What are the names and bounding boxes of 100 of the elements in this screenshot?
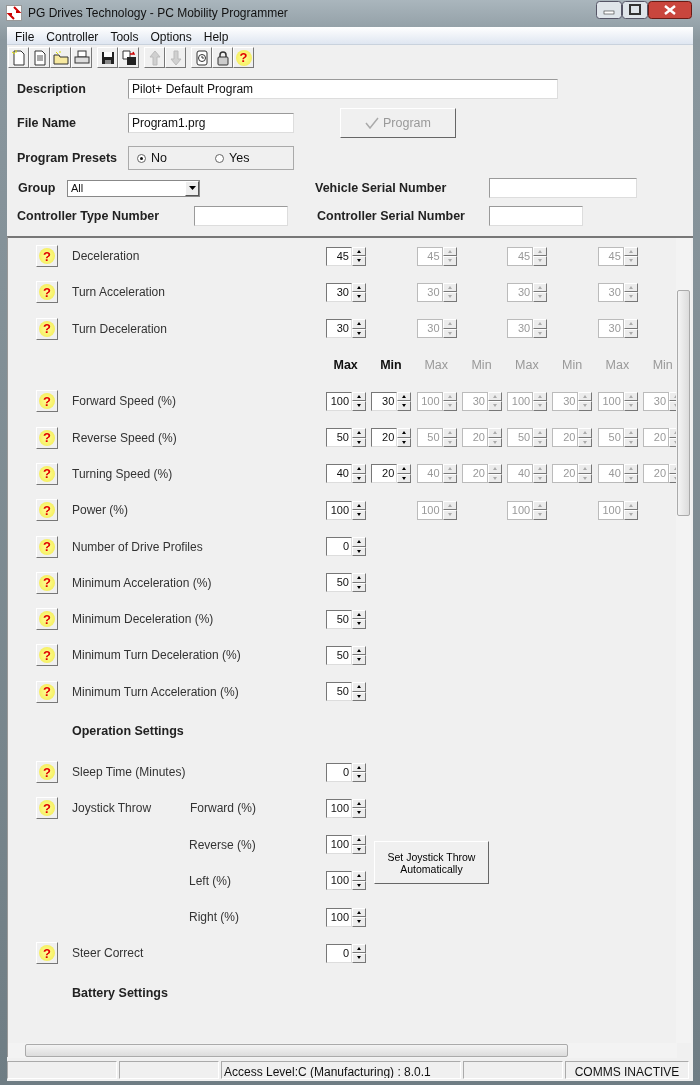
clock-icon <box>193 49 210 66</box>
parameter-label: Reverse Speed (%) <box>72 429 177 447</box>
spin-down-button[interactable] <box>397 473 412 484</box>
parameter-label: Deceleration <box>72 248 140 266</box>
folder-icon <box>52 49 69 66</box>
minimize-button[interactable] <box>596 1 622 19</box>
status-panel: COMMS INACTIVE <box>565 1061 689 1079</box>
group-dropdown[interactable]: All <box>67 179 200 197</box>
parameter-label: Reverse (%) <box>189 836 256 854</box>
parameter-label: Minimum Acceleration (%) <box>72 574 212 592</box>
lock-icon <box>214 49 231 66</box>
column-header: Min <box>471 356 492 374</box>
new-document-icon <box>10 49 27 66</box>
spin-up-button[interactable] <box>352 682 366 692</box>
field-label: File Name <box>17 114 78 132</box>
parameter-label: Turning Speed (%) <box>72 465 173 483</box>
parameter-label: Forward Speed (%) <box>72 393 177 411</box>
spin-down-button[interactable] <box>352 808 366 818</box>
spin-up-button[interactable] <box>352 428 366 438</box>
section-heading: Operation Settings <box>71 723 185 741</box>
spin-up-button[interactable] <box>352 282 366 293</box>
parameter-label: Sleep Time (Minutes) <box>72 764 186 781</box>
menu-item[interactable]: Controller <box>40 27 105 44</box>
parameter-label: Steer Correct <box>72 945 144 963</box>
spin-down-button[interactable] <box>352 328 366 339</box>
field-label: Group <box>18 179 57 197</box>
spin-down-button[interactable] <box>352 917 366 927</box>
spin-down-button[interactable] <box>352 510 366 520</box>
controller-type-field[interactable] <box>194 206 288 226</box>
caret-icon <box>188 186 196 190</box>
toolbar-button[interactable] <box>97 47 118 68</box>
field-label: Vehicle Serial Number <box>315 179 448 197</box>
field-label: Controller Serial Number <box>317 207 466 225</box>
close-button[interactable] <box>648 1 692 19</box>
toolbar-button[interactable] <box>212 47 233 68</box>
toolbar-button[interactable]: ? <box>233 47 254 68</box>
spin-down-button[interactable] <box>352 437 366 448</box>
parameter-label: Left (%) <box>189 872 231 890</box>
parameter-label: Right (%) <box>189 909 239 927</box>
spin-down-button[interactable] <box>352 844 366 855</box>
parameter-label: Power (%) <box>72 502 128 520</box>
spin-up-button[interactable] <box>397 428 412 438</box>
scrollbar-thumb[interactable] <box>25 1044 568 1057</box>
radio-option[interactable]: Yes <box>215 148 293 168</box>
spin-up-button[interactable] <box>397 464 412 474</box>
spin-up-button[interactable] <box>352 537 366 547</box>
spin-down-button[interactable] <box>352 772 366 782</box>
parameter-label: Minimum Deceleration (%) <box>72 611 214 629</box>
spin-up-button[interactable] <box>352 871 366 881</box>
set-joystick-throw-button[interactable]: Set Joystick Throw Automatically <box>374 841 489 885</box>
checkmark-icon <box>365 117 380 129</box>
spin-down-button[interactable] <box>397 401 412 411</box>
maximize-button[interactable] <box>622 1 648 19</box>
spin-down-button[interactable] <box>352 953 366 963</box>
spin-down-button[interactable] <box>352 582 366 593</box>
spin-up-button[interactable] <box>352 798 366 809</box>
column-header: Max <box>333 356 358 374</box>
spin-up-button[interactable] <box>352 319 366 329</box>
parameter-label: Turn Deceleration <box>72 320 167 338</box>
description-field[interactable]: Pilot+ Default Program <box>128 79 558 99</box>
menu-item[interactable]: Tools <box>104 27 145 44</box>
parameter-label: Minimum Turn Acceleration (%) <box>72 683 239 701</box>
vehicle-serial-field[interactable] <box>489 178 637 198</box>
spin-up-button[interactable] <box>352 573 366 583</box>
spin-down-button[interactable] <box>352 256 366 266</box>
field-label: Program Presets <box>17 149 119 167</box>
controller-serial-field[interactable] <box>489 206 583 226</box>
scrollbar-thumb[interactable] <box>677 290 690 516</box>
column-header: Max <box>424 356 449 374</box>
parameter-label: Forward (%) <box>190 800 257 818</box>
save-icon <box>99 49 116 66</box>
spin-down-button[interactable] <box>352 880 366 891</box>
parameter-label: Minimum Turn Deceleration (%) <box>72 647 241 665</box>
menu-item[interactable]: Options <box>144 27 198 44</box>
spin-down-button[interactable] <box>352 401 366 411</box>
menu-item[interactable]: File <box>9 27 41 44</box>
toolbar-button[interactable] <box>118 47 139 68</box>
spin-down-button[interactable] <box>352 292 366 302</box>
toolbar-button[interactable] <box>191 47 212 68</box>
spin-down-button[interactable] <box>352 655 366 665</box>
menu-item[interactable]: Help <box>197 27 235 44</box>
spin-down-button[interactable] <box>397 437 412 448</box>
spin-down-button[interactable] <box>352 473 366 484</box>
radio-option[interactable]: No <box>137 148 215 168</box>
column-header: Max <box>515 356 539 374</box>
spin-up-button[interactable] <box>352 762 366 772</box>
spin-down-button[interactable] <box>352 546 366 556</box>
field-label: Controller Type Number <box>17 207 161 225</box>
spin-up-button[interactable] <box>352 835 366 845</box>
document-icon <box>31 49 48 66</box>
file-name-field[interactable]: Program1.prg <box>128 113 294 133</box>
parameter-label: Turn Acceleration <box>72 284 165 302</box>
column-header: Min <box>652 356 673 374</box>
spin-down-button[interactable] <box>352 619 366 629</box>
column-header: Min <box>380 356 402 374</box>
spin-up-button[interactable] <box>352 464 366 474</box>
column-header: Min <box>562 356 583 374</box>
column-header: Max <box>605 356 630 374</box>
field-label: Description <box>17 80 87 98</box>
spin-down-button[interactable] <box>352 691 366 702</box>
